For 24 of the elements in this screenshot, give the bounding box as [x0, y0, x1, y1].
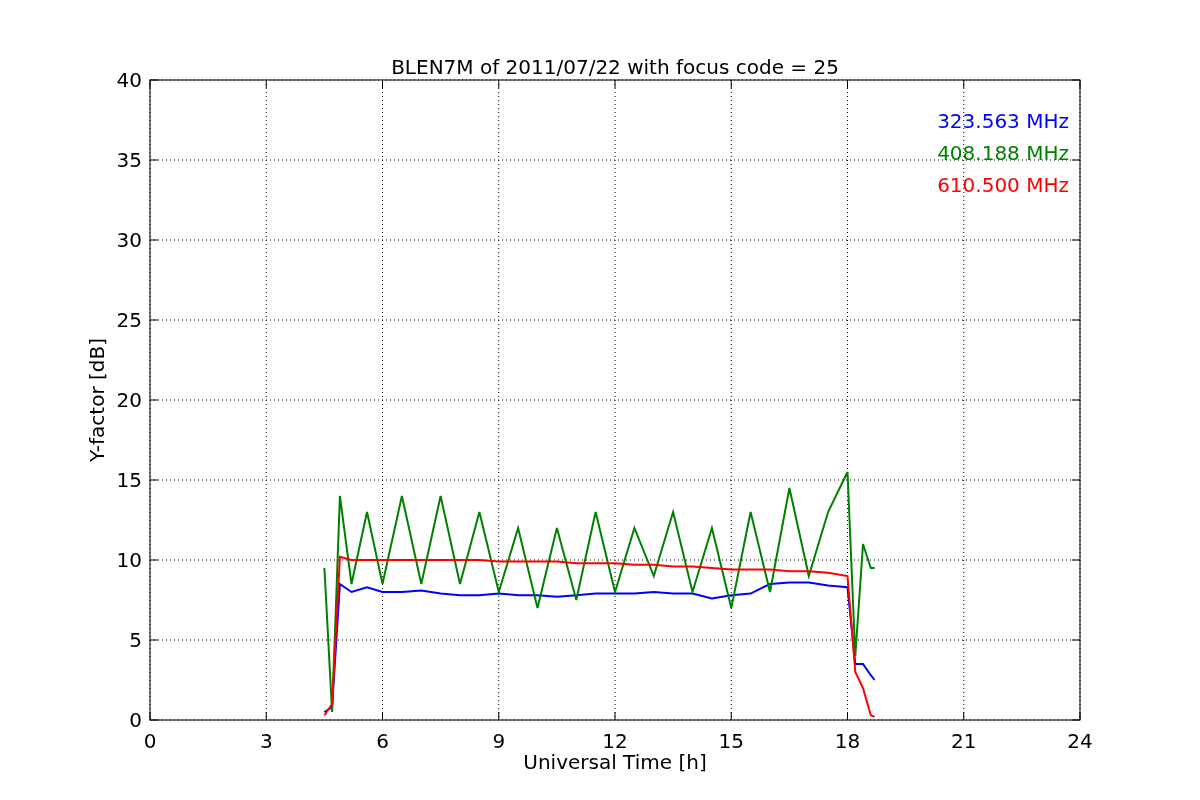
x-tick-label: 9 [492, 729, 506, 753]
x-axis-label: Universal Time [h] [523, 750, 707, 774]
y-tick-label: 25 [116, 308, 142, 332]
y-tick-label: 15 [116, 468, 142, 492]
x-tick-label: 12 [602, 729, 628, 753]
legend-label: 610.500 MHz [937, 173, 1069, 197]
y-tick-label: 30 [116, 228, 142, 252]
x-tick-label: 21 [951, 729, 977, 753]
y-tick-label: 0 [129, 708, 142, 732]
x-tick-label: 6 [376, 729, 389, 753]
y-tick-label: 10 [116, 548, 142, 572]
x-tick-label: 18 [834, 729, 861, 753]
y-tick-label: 5 [129, 628, 142, 652]
y-tick-label: 40 [116, 68, 142, 92]
legend-label: 408.188 MHz [937, 141, 1069, 165]
x-tick-label: 0 [143, 729, 157, 753]
x-tick-label: 24 [1067, 729, 1093, 753]
x-tick-label: 3 [259, 729, 273, 753]
y-axis-label: Y-factor [dB] [85, 338, 109, 462]
x-tick-label: 15 [718, 729, 744, 753]
legend-label: 323.563 MHz [937, 109, 1069, 133]
chart-title: BLEN7M of 2011/07/22 with focus code = 25 [391, 55, 839, 79]
y-tick-label: 20 [116, 388, 142, 412]
y-tick-label: 35 [116, 148, 142, 172]
